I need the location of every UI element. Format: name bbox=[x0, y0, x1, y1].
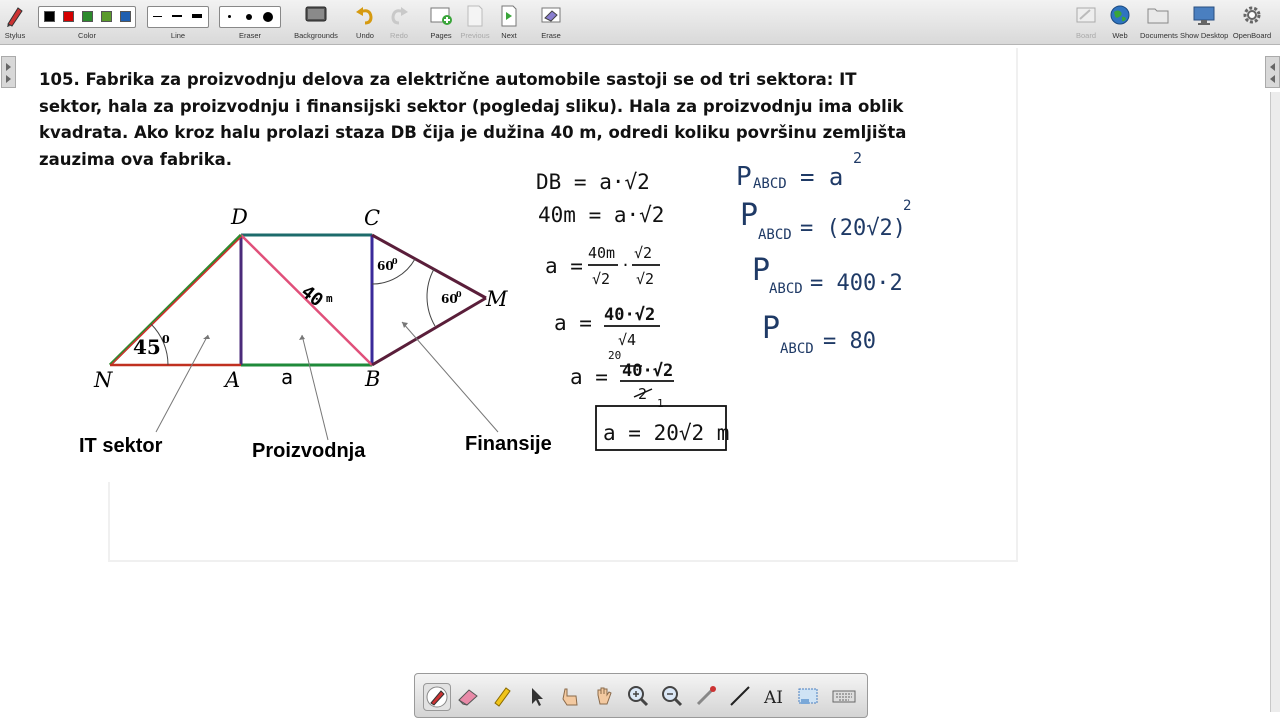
laser-pointer-icon bbox=[696, 686, 716, 706]
area-line-4-sub: ABCD bbox=[780, 341, 814, 357]
zoom-out-icon bbox=[662, 686, 683, 707]
zoom-out-button[interactable] bbox=[659, 683, 685, 709]
hand-tool-button[interactable] bbox=[591, 683, 617, 709]
pen-icon bbox=[426, 686, 448, 708]
line-tool-button[interactable] bbox=[727, 683, 753, 709]
svg-text:AI: AI bbox=[763, 688, 783, 708]
interact-tool-button[interactable] bbox=[557, 683, 583, 709]
pointing-hand-icon bbox=[562, 688, 578, 706]
area-line-1-p: P bbox=[736, 162, 752, 192]
eraser-tool-button[interactable] bbox=[455, 683, 481, 709]
bottom-toolbar: AI bbox=[414, 673, 868, 718]
area-line-1-sup: 2 bbox=[853, 149, 862, 167]
keyboard-icon bbox=[832, 690, 856, 703]
area-line-2-sub: ABCD bbox=[758, 227, 792, 243]
highlighter-icon bbox=[494, 687, 511, 707]
keyboard-tool-button[interactable] bbox=[831, 683, 857, 709]
area-line-1-sub: ABCD bbox=[753, 176, 787, 192]
arrow-cursor-icon bbox=[532, 688, 543, 706]
area-line-3-p: P bbox=[752, 253, 770, 288]
zoom-in-icon bbox=[628, 686, 649, 707]
area-line-3-sub: ABCD bbox=[769, 281, 803, 297]
laser-pointer-button[interactable] bbox=[693, 683, 719, 709]
area-line-4-eq: = 80 bbox=[823, 329, 876, 354]
area-line-2-sup: 2 bbox=[903, 198, 911, 214]
text-tool-button[interactable]: AI bbox=[761, 683, 787, 709]
eraser-icon bbox=[458, 689, 478, 706]
capture-tool-button[interactable] bbox=[795, 683, 821, 709]
highlighter-tool-button[interactable] bbox=[489, 683, 515, 709]
area-line-2-eq: = (20√2) bbox=[800, 216, 906, 241]
capture-icon bbox=[798, 688, 818, 704]
text-icon: AI bbox=[763, 688, 783, 708]
area-line-2-p: P bbox=[740, 198, 758, 233]
area-line-3-eq: = 400·2 bbox=[810, 271, 903, 296]
area-line-4-p: P bbox=[762, 311, 780, 346]
pen-tool-button[interactable] bbox=[423, 683, 451, 711]
zoom-in-button[interactable] bbox=[625, 683, 651, 709]
area-line-1-eq: = a bbox=[800, 163, 843, 191]
work-right: P ABCD = a 2 P ABCD = (20√2) 2 P ABCD = … bbox=[736, 149, 911, 357]
line-icon bbox=[730, 686, 750, 706]
selector-tool-button[interactable] bbox=[523, 683, 549, 709]
hand-icon bbox=[597, 687, 612, 705]
